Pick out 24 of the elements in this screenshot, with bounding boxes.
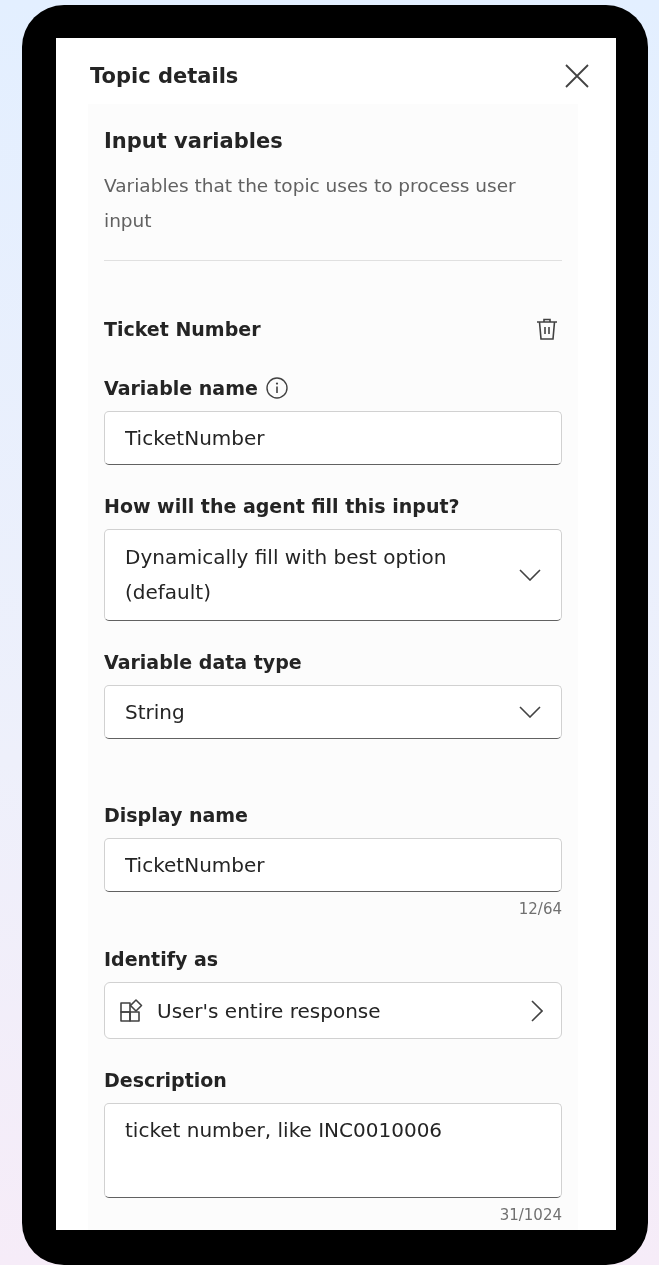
text-input[interactable]: TicketNumber (104, 838, 562, 892)
apps-icon (119, 997, 145, 1024)
field-label: Description (104, 1069, 227, 1091)
character-counter: 12/64 (518, 900, 562, 918)
info-icon[interactable] (265, 377, 288, 399)
entity-picker[interactable]: User's entire response (104, 982, 562, 1039)
close-button[interactable] (564, 63, 590, 89)
dropdown[interactable]: String (104, 685, 562, 739)
field-label: How will the agent fill this input? (104, 495, 460, 517)
dropdown[interactable]: Dynamically fill with best option (default) (104, 529, 562, 621)
variable-name: Ticket Number (104, 318, 261, 340)
field-label: Identify as (104, 948, 219, 970)
chevron-right-icon (531, 999, 543, 1022)
text-input[interactable]: TicketNumber (104, 411, 562, 465)
field-label: Variable data type (104, 651, 302, 673)
panel-title: Topic details (90, 64, 239, 88)
field-label: Variable name (104, 377, 258, 399)
chevron-down-icon (519, 569, 541, 581)
field-label: Display name (104, 804, 248, 826)
section-title: Input variables (104, 128, 284, 155)
section-description: Variables that the topic uses to process user input (104, 174, 517, 233)
character-counter: 31/1024 (499, 1206, 562, 1224)
chevron-down-icon (519, 706, 541, 718)
description-input[interactable]: ticket number, like INC0010006 (104, 1103, 562, 1198)
